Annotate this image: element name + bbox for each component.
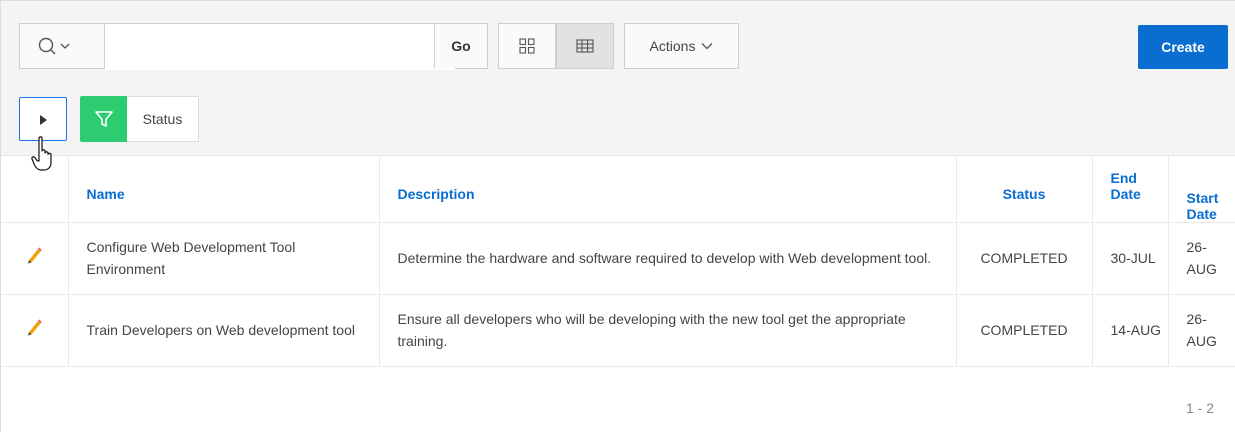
column-header-start-date[interactable]: Start Date bbox=[1168, 156, 1235, 223]
pagination-range: 1 - 2 bbox=[1185, 400, 1214, 416]
cell-start-date: 26-AUG bbox=[1168, 222, 1235, 295]
pencil-icon bbox=[28, 319, 43, 336]
search-icon bbox=[38, 37, 56, 55]
cell-name: Configure Web Development Tool Environme… bbox=[68, 222, 380, 295]
grid-icon bbox=[519, 38, 535, 54]
interactive-report-region: Go Actions Create Status Name Descriptio… bbox=[0, 0, 1235, 432]
column-header-end-date[interactable]: End Date bbox=[1092, 156, 1169, 223]
column-header-edit bbox=[1, 156, 69, 223]
cell-end-date: 14-AUG bbox=[1092, 294, 1169, 367]
actions-menu-button[interactable]: Actions bbox=[624, 23, 739, 69]
edit-link[interactable] bbox=[1, 222, 69, 295]
column-header-status[interactable]: Status bbox=[956, 156, 1093, 223]
report-footer: 1 - 2 bbox=[1, 386, 1235, 433]
filter-toggle[interactable] bbox=[80, 96, 127, 142]
cell-status: COMPLETED bbox=[956, 294, 1093, 367]
report-view-button[interactable] bbox=[556, 23, 614, 69]
table-row: Train Developers on Web development tool… bbox=[1, 294, 1235, 367]
table-icon bbox=[576, 39, 594, 53]
create-button[interactable]: Create bbox=[1138, 25, 1228, 69]
table-row: Configure Web Development Tool Environme… bbox=[1, 222, 1235, 295]
cell-name: Train Developers on Web development tool bbox=[68, 294, 380, 367]
search-bar: Go bbox=[19, 23, 488, 70]
go-button[interactable]: Go bbox=[434, 24, 487, 68]
filter-icon bbox=[94, 111, 113, 127]
edit-link[interactable] bbox=[1, 294, 69, 367]
cell-description: Determine the hardware and software requ… bbox=[379, 222, 957, 295]
icon-view-button[interactable] bbox=[498, 23, 556, 69]
cell-end-date: 30-JUL bbox=[1092, 222, 1169, 295]
column-header-name[interactable]: Name bbox=[68, 156, 380, 223]
search-column-select[interactable] bbox=[20, 24, 105, 68]
search-input[interactable] bbox=[105, 24, 455, 70]
cell-start-date: 26-AUG bbox=[1168, 294, 1235, 367]
column-header-description[interactable]: Description bbox=[379, 156, 957, 223]
actions-label: Actions bbox=[649, 38, 696, 54]
report-toolbar: Go Actions Create bbox=[1, 1, 1235, 82]
table-header-row: Name Description Status End Date Start D… bbox=[1, 156, 1235, 223]
report-table: Name Description Status End Date Start D… bbox=[1, 156, 1235, 367]
caret-right-icon bbox=[40, 115, 47, 125]
chevron-down-icon bbox=[60, 43, 70, 49]
status-filter-chip[interactable]: Status bbox=[127, 96, 199, 142]
cell-status: COMPLETED bbox=[956, 222, 1093, 295]
chevron-down-icon bbox=[701, 43, 713, 50]
pencil-icon bbox=[28, 247, 43, 264]
filter-row: Status bbox=[1, 81, 1235, 156]
cell-description: Ensure all developers who will be develo… bbox=[379, 294, 957, 367]
